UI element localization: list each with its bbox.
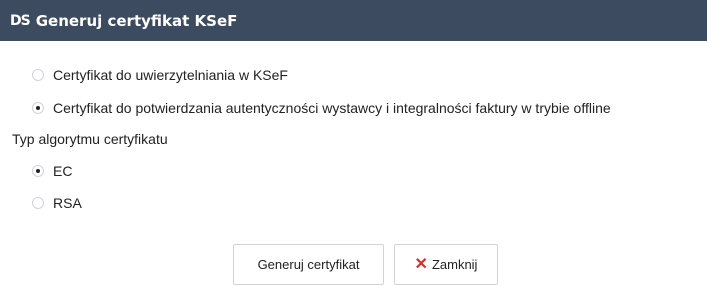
close-icon: ✕: [414, 255, 428, 273]
radio-algorithm-ec[interactable]: EC: [32, 163, 72, 179]
close-button-label: Zamknij: [431, 257, 478, 272]
radio-button[interactable]: [32, 197, 44, 209]
radio-auth-certificate[interactable]: Certyfikat do uwierzytelniania w KSeF: [32, 67, 288, 83]
radio-label: Certyfikat do uwierzytelniania w KSeF: [53, 67, 288, 83]
radio-label: EC: [53, 163, 73, 179]
close-button[interactable]: ✕ Zamknij: [394, 244, 498, 285]
radio-button-checked[interactable]: [32, 165, 44, 177]
generate-certificate-dialog: DS Generuj certyfikat KSeF Certyfikat do…: [0, 0, 707, 286]
generate-certificate-button[interactable]: Generuj certyfikat: [233, 244, 384, 285]
radio-label: Certyfikat do potwierdzania autentycznoś…: [53, 100, 611, 116]
radio-button[interactable]: [32, 69, 44, 81]
radio-button-checked[interactable]: [32, 102, 44, 114]
radio-label: RSA: [53, 195, 82, 211]
radio-algorithm-rsa[interactable]: RSA: [32, 195, 82, 211]
ds-logo-icon: DS: [10, 12, 31, 29]
algorithm-section-label: Typ algorytmu certyfikatu: [12, 131, 168, 147]
dialog-title: Generuj certyfikat KSeF: [35, 11, 238, 30]
generate-button-label: Generuj certyfikat: [257, 257, 360, 272]
radio-offline-certificate[interactable]: Certyfikat do potwierdzania autentycznoś…: [32, 100, 611, 116]
dialog-titlebar: DS Generuj certyfikat KSeF: [0, 0, 707, 41]
